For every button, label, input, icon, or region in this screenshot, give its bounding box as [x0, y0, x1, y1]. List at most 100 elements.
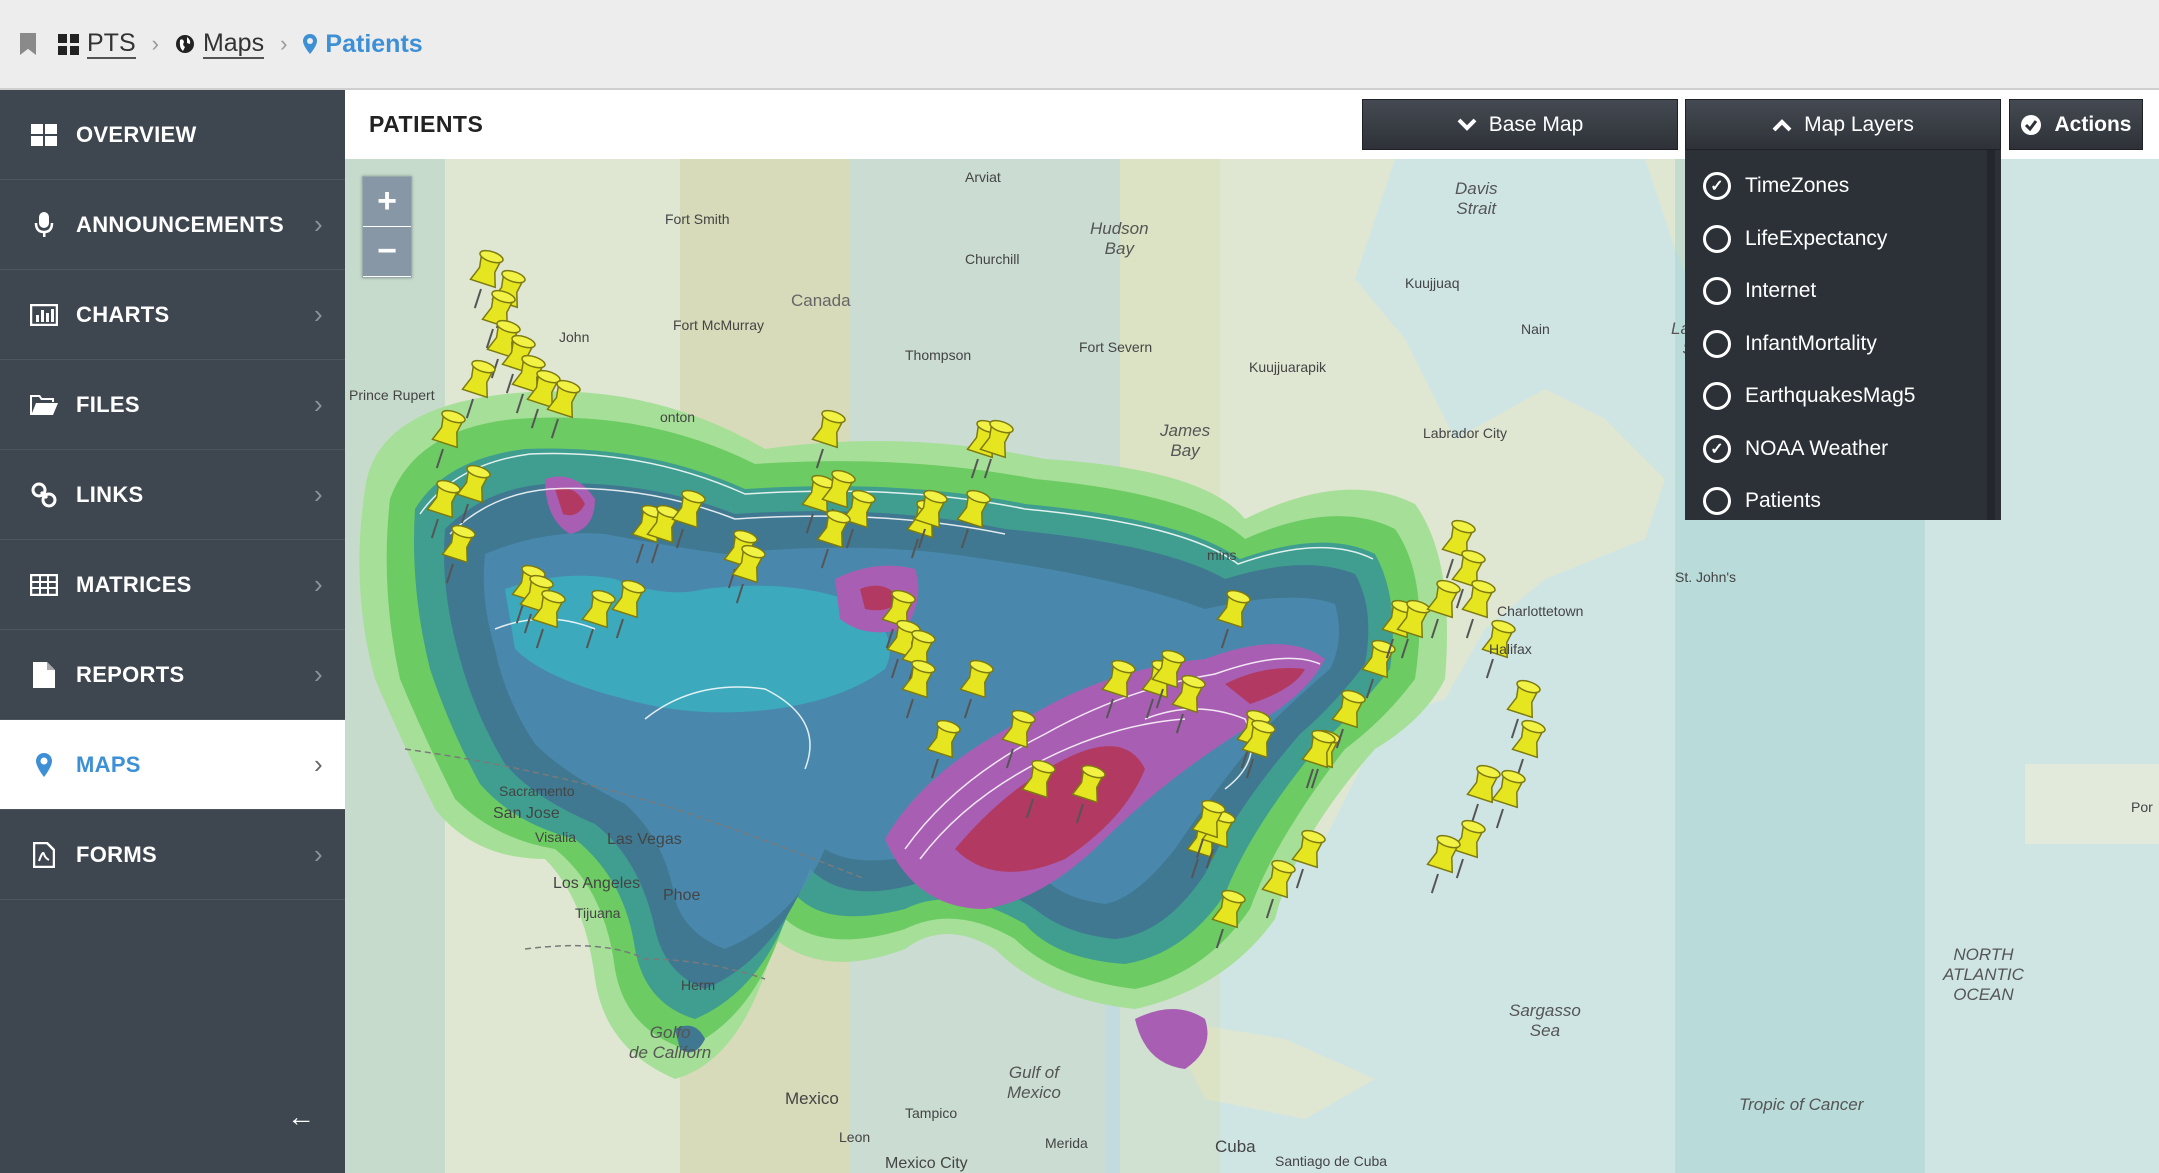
layer-label: Internet — [1745, 279, 1817, 303]
sidebar-item-overview[interactable]: OVERVIEW — [0, 90, 345, 180]
sidebar-item-forms[interactable]: FORMS › — [0, 810, 345, 900]
map-pin-icon — [303, 34, 318, 54]
main-content: PATIENTS Arviat Fort Smith Churchill Can… — [345, 90, 2159, 1173]
map-label: Visalia — [535, 829, 576, 845]
map-label: Mexico — [785, 1089, 839, 1108]
map-label: Herm — [681, 977, 716, 993]
water-label: Golfo de Californ — [629, 1023, 712, 1062]
empty-circle-icon[interactable] — [1703, 382, 1731, 411]
sidebar-item-charts[interactable]: CHARTS › — [0, 270, 345, 360]
breadcrumb-pts[interactable]: PTS — [58, 29, 136, 59]
table-icon — [30, 571, 58, 599]
map-label: John — [559, 329, 590, 345]
map-label: Fort Smith — [665, 211, 730, 227]
sidebar-item-label: MATRICES — [76, 571, 192, 597]
map-label: San Jose — [493, 805, 560, 822]
sidebar-item-reports[interactable]: REPORTS › — [0, 630, 345, 720]
checkmark-circle-icon[interactable]: ✓ — [1703, 434, 1731, 463]
breadcrumb-patients: Patients — [303, 30, 423, 58]
layer-internet[interactable]: Internet — [1685, 265, 2001, 318]
empty-circle-icon[interactable] — [1703, 329, 1731, 358]
layer-label: LifeExpectancy — [1745, 226, 1888, 250]
map-label: Labrador City — [1423, 425, 1508, 441]
water-label: Tropic of Cancer — [1739, 1095, 1864, 1114]
breadcrumb-label[interactable]: Maps — [202, 29, 265, 59]
map-label: onton — [660, 409, 696, 425]
map-label: Cuba — [1215, 1137, 1256, 1156]
breadcrumb-bar: PTS › Maps › Patients — [0, 0, 2159, 90]
layer-earthquakesmag5[interactable]: EarthquakesMag5 — [1685, 370, 2001, 423]
layer-infantmortality[interactable]: InfantMortality — [1685, 318, 2001, 371]
arrow-left-icon[interactable]: ← — [287, 1101, 315, 1133]
water-label: James Bay — [1160, 421, 1211, 460]
empty-circle-icon[interactable] — [1703, 224, 1731, 253]
chevron-right-icon: › — [280, 31, 288, 56]
layer-label: Patients — [1745, 489, 1821, 513]
map-label: Thompson — [905, 347, 972, 363]
layers-scrollbar[interactable] — [1987, 150, 1995, 520]
bookmark-icon[interactable] — [20, 33, 36, 55]
layer-lifeexpectancy[interactable]: LifeExpectancy — [1685, 213, 2001, 266]
layer-patients[interactable]: Patients — [1685, 475, 2001, 528]
map-label: Santiago de Cuba — [1275, 1153, 1388, 1169]
sidebar-item-maps[interactable]: MAPS › — [0, 720, 345, 810]
sidebar-item-label: CHARTS — [76, 301, 170, 327]
map-label: Canada — [791, 291, 851, 310]
checkmark-circle-icon[interactable]: ✓ — [1703, 172, 1731, 201]
chevron-right-icon: › — [151, 31, 159, 56]
breadcrumb-maps[interactable]: Maps — [175, 29, 265, 59]
actions-button[interactable]: Actions — [2009, 99, 2143, 150]
map-layers-button[interactable]: Map Layers — [1685, 99, 2001, 150]
check-circle-icon — [2021, 114, 2042, 135]
water-label: Sargasso Sea — [1509, 1001, 1581, 1040]
chevron-right-icon: › — [314, 839, 323, 869]
layer-label: InfantMortality — [1745, 331, 1877, 355]
sidebar-item-label: ANNOUNCEMENTS — [76, 211, 285, 237]
breadcrumb-label[interactable]: PTS — [87, 29, 136, 59]
map-label: mins — [1207, 547, 1237, 563]
water-label: Gulf of Mexico — [1007, 1063, 1061, 1102]
layer-timezones[interactable]: ✓ TimeZones — [1685, 160, 2001, 213]
zoom-in-button[interactable]: + — [363, 177, 411, 227]
map-label: Prince Rupert — [349, 387, 435, 403]
chevron-down-icon — [1457, 118, 1477, 131]
sidebar-item-announcements[interactable]: ANNOUNCEMENTS › — [0, 180, 345, 270]
water-label: NORTH ATLANTIC OCEAN — [1943, 945, 2024, 1004]
empty-circle-icon[interactable] — [1703, 487, 1731, 516]
map-label: Merida — [1045, 1135, 1088, 1151]
layer-label: NOAA Weather — [1745, 436, 1889, 460]
layer-noaa-weather[interactable]: ✓ NOAA Weather — [1685, 423, 2001, 476]
empty-circle-icon[interactable] — [1703, 277, 1731, 306]
map-label: Por — [2131, 799, 2153, 815]
sidebar-item-matrices[interactable]: MATRICES › — [0, 540, 345, 630]
layer-label: TimeZones — [1745, 174, 1850, 198]
map-layers-label: Map Layers — [1804, 112, 1914, 136]
sidebar-item-label: REPORTS — [76, 661, 185, 687]
bar-chart-icon — [30, 301, 58, 329]
actions-label: Actions — [2054, 112, 2132, 136]
chevron-up-icon — [1772, 118, 1792, 131]
water-label: Davis Strait — [1455, 179, 1498, 218]
map-label: Kuujjuarapik — [1249, 359, 1327, 375]
map-label: Nain — [1521, 321, 1550, 337]
globe-icon — [175, 35, 194, 53]
page-title: PATIENTS — [369, 110, 484, 137]
sidebar-item-links[interactable]: LINKS › — [0, 450, 345, 540]
sidebar-item-label: FORMS — [76, 841, 157, 867]
chevron-right-icon: › — [314, 749, 323, 779]
zoom-out-button[interactable]: − — [363, 227, 411, 277]
map-label: Sacramento — [499, 783, 575, 799]
layer-label: EarthquakesMag5 — [1745, 384, 1916, 408]
sidebar-item-files[interactable]: FILES › — [0, 360, 345, 450]
map-label: Phoe — [663, 887, 701, 904]
map-label: Mexico City — [885, 1155, 968, 1172]
chevron-right-icon: › — [314, 479, 323, 509]
pdf-icon — [30, 841, 58, 869]
water-label: Hudson Bay — [1090, 219, 1149, 258]
chevron-right-icon: › — [314, 569, 323, 599]
map-pin-icon — [30, 751, 58, 779]
base-map-label: Base Map — [1488, 112, 1584, 136]
sidebar-item-label: MAPS — [76, 751, 141, 777]
map-label: Churchill — [965, 251, 1020, 267]
base-map-button[interactable]: Base Map — [1362, 99, 1678, 150]
